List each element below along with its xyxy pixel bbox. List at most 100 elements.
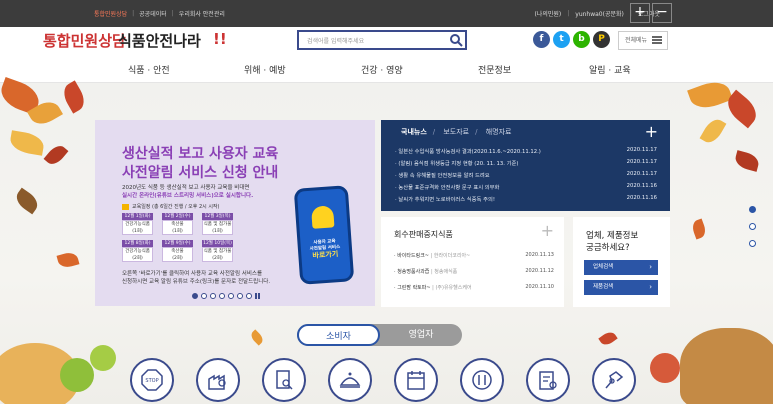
news-title: 생활 속 유해물질 안전정보를 알려 드려요 <box>398 173 490 179</box>
tab-press-release[interactable]: 보도자료 <box>443 128 469 136</box>
tab-domestic-news[interactable]: 국내뉴스 <box>401 128 427 136</box>
news-panel: 국내뉴스 / 보도자료 / 해명자료 + · 일본산 수입식품 방사능검사 결과(2… <box>381 120 670 211</box>
utility-links-left: 통합민원상담 | 공공데이터 | 우리회사 안전관리 <box>94 9 225 18</box>
nav-food-safety[interactable]: 식품 · 안전 <box>128 63 170 76</box>
blog-icon[interactable]: b <box>573 31 590 48</box>
recall-date: 2020.11.10 <box>525 284 554 290</box>
pagination-dot[interactable] <box>192 293 198 299</box>
company-search-button[interactable]: 업체검색 › <box>584 260 658 275</box>
product-search-icon[interactable] <box>262 358 306 402</box>
tab-business[interactable]: 영업자 <box>380 324 462 346</box>
pagination-dot[interactable] <box>219 293 225 299</box>
section-indicator-dot[interactable] <box>749 206 756 213</box>
pagination-dot[interactable] <box>228 293 234 299</box>
recall-panel: 회수판매중지식품 + · 바이타드링크~ | 한라이더코리아~ 2020.11.1… <box>381 217 564 307</box>
schedule-table: 12월 1일(화) 12월 2일(수) 12월 3일(목) 건강기능식품 (1회)… <box>122 213 268 264</box>
full-menu-button[interactable]: 전체메뉴 <box>618 31 668 50</box>
pagination-dot[interactable] <box>210 293 216 299</box>
recall-product: 청송명품사과즙 <box>397 269 430 275</box>
recall-maker: (주)유유헬스케어 <box>435 285 472 291</box>
page: 통합민원상담 | 공공데이터 | 우리회사 안전관리 (나의민원) | yunh… <box>0 0 773 404</box>
company-question-line1: 업체, 제품정보 <box>586 231 639 241</box>
svg-text:STOP: STOP <box>145 378 158 384</box>
recall-more-icon[interactable]: + <box>541 221 554 240</box>
leaf-decoration <box>598 329 618 348</box>
utility-link-civil[interactable]: 통합민원상담 <box>94 9 127 18</box>
search-icon[interactable] <box>449 33 463 47</box>
pagination-dot[interactable] <box>237 293 243 299</box>
tab-consumer[interactable]: 소비자 <box>297 324 380 346</box>
dish-icon[interactable] <box>328 358 372 402</box>
recall-date: 2020.11.13 <box>525 252 554 258</box>
logo-overlay-text: 통합민원상담 <box>43 32 126 50</box>
schedule-cell: 축산물 (2회) <box>162 247 193 262</box>
news-item[interactable]: · 일본산 수입식품 방사능검사 결과(2020.11.6.~2020.11.1… <box>395 147 657 159</box>
leaf-decoration <box>8 130 46 156</box>
schedule-header: 12월 3일(목) <box>202 213 233 220</box>
section-indicator-dot[interactable] <box>749 240 756 247</box>
main-banner[interactable]: 생산실적 보고 사용자 교육 사전알림 서비스 신청 안내 2020년도 식품 … <box>95 120 375 306</box>
pagination-dot[interactable] <box>201 293 207 299</box>
recall-product: 그린팜 락토파~ <box>397 285 431 291</box>
nav-expert-info[interactable]: 전문정보 <box>478 63 511 76</box>
nav-hazard-prevention[interactable]: 위해 · 예방 <box>244 63 286 76</box>
restaurant-icon[interactable] <box>460 358 504 402</box>
tab-clarification[interactable]: 해명자료 <box>486 128 512 136</box>
calendar-icon <box>122 203 129 210</box>
company-search-label: 업체검색 <box>593 264 614 270</box>
pagination-dot[interactable] <box>246 293 252 299</box>
zoom-out-button[interactable]: − <box>652 3 672 23</box>
stop-icon[interactable]: STOP <box>130 358 174 402</box>
factory-search-icon[interactable] <box>196 358 240 402</box>
banner-desc-line2: 실시간 온라인(유튜브 스트리밍 서비스)으로 실시합니다. <box>122 193 254 199</box>
recall-item[interactable]: · 그린팜 락토파~ | (주)유유헬스케어 2020.11.10 <box>394 284 554 294</box>
product-search-label: 제품검색 <box>593 284 614 290</box>
section-indicator-dot[interactable] <box>749 223 756 230</box>
search-placeholder: 검색어를 입력해주세요 <box>307 38 365 45</box>
nav-notice-education[interactable]: 알림 · 교육 <box>589 63 631 76</box>
shortcut-button[interactable]: 바로가기 <box>305 250 345 260</box>
schedule-header: 12월 10일(목) <box>202 240 233 247</box>
news-more-icon[interactable]: + <box>645 122 658 141</box>
news-item[interactable]: · (알림) 음식점 위생등급 지정 현황 (20. 11. 13. 기준) 20… <box>395 159 657 171</box>
facebook-icon[interactable]: f <box>533 31 550 48</box>
recall-item[interactable]: · 청송명품사과즙 | 청송애식품 2020.11.12 <box>394 268 554 278</box>
schedule-cell: 식품 및 첨가물 (2회) <box>202 247 233 262</box>
recall-item[interactable]: · 바이타드링크~ | 한라이더코리아~ 2020.11.13 <box>394 252 554 262</box>
leaf-decoration <box>59 80 89 114</box>
search-input[interactable]: 검색어를 입력해주세요 <box>297 30 467 50</box>
my-civil-link[interactable]: (나의민원) <box>534 9 561 18</box>
header: 통합민원상담 식품안전나라 !! 검색어를 입력해주세요 f t b P 전체메… <box>0 27 773 55</box>
news-item[interactable]: · 생활 속 유해물질 안전정보를 알려 드려요 2020.11.17 <box>395 171 657 183</box>
kakao-story-icon[interactable]: P <box>593 31 610 48</box>
banner-notice-line1: 오른쪽 '바로가기'를 클릭하여 사용자 교육 사전알림 서비스를 <box>122 271 263 277</box>
news-item[interactable]: · 농산물 표준규격화 안전사항 문구 표시 의무화 2020.11.16 <box>395 183 657 195</box>
news-title: 일본산 수입식품 방사능검사 결과(2020.11.6.~2020.11.12.… <box>398 149 541 155</box>
zoom-in-button[interactable]: + <box>630 3 650 23</box>
user-account-link[interactable]: yunhwa0(공문화) <box>575 9 624 18</box>
phone-text: 사용자 교육 사전알림 서비스 바로가기 <box>304 239 345 260</box>
calendar-icon[interactable] <box>394 358 438 402</box>
leaf-decoration <box>699 115 727 147</box>
leaf-decoration <box>12 187 42 215</box>
banner-notice-line2: 신청하시면 교육 알림 유튜브 주소(링크)를 문자로 전달드립니다. <box>122 279 271 285</box>
site-logo[interactable]: 통합민원상담 식품안전나라 !! <box>43 30 227 51</box>
product-search-button[interactable]: 제품검색 › <box>584 280 658 295</box>
news-title: 날씨가 추워지면 노로바이러스 식중독 주의! <box>398 197 495 203</box>
utility-link-open-data[interactable]: 공공데이터 <box>139 9 167 18</box>
leaf-decoration <box>690 218 708 240</box>
nav-health-nutrition[interactable]: 건강 · 영양 <box>361 63 403 76</box>
document-search-icon[interactable] <box>526 358 570 402</box>
utility-bar: 통합민원상담 | 공공데이터 | 우리회사 안전관리 (나의민원) | yunh… <box>0 0 773 27</box>
news-date: 2020.11.17 <box>626 147 657 153</box>
company-question-line2: 궁금하세요? <box>586 243 630 253</box>
twitter-icon[interactable]: t <box>553 31 570 48</box>
lab-icon[interactable] <box>592 358 636 402</box>
company-search-panel: 업체, 제품정보 궁금하세요? 업체검색 › 제품검색 › <box>573 217 670 307</box>
news-title: (알림) 음식점 위생등급 지정 현황 (20. 11. 13. 기준) <box>398 161 519 167</box>
news-item[interactable]: · 날씨가 추워지면 노로바이러스 식중독 주의! 2020.11.16 <box>395 195 657 207</box>
schedule-cell: 건강기능식품 (1회) <box>122 220 153 235</box>
leaf-decoration <box>248 329 266 346</box>
utility-link-company-safety[interactable]: 우리회사 안전관리 <box>179 9 225 18</box>
pause-icon[interactable] <box>255 293 261 299</box>
